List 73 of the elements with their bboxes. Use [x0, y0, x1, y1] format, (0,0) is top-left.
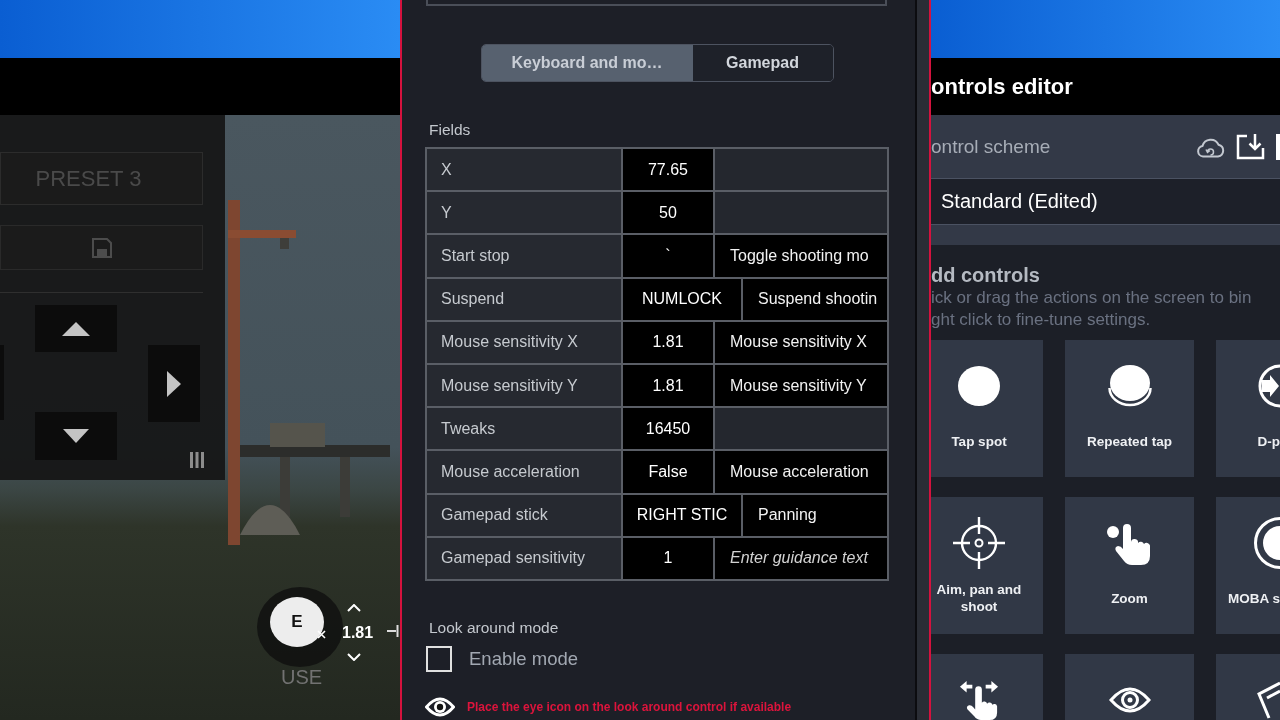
description-text: ick or drag the actions on the screen to bin	[931, 287, 1253, 309]
value-field[interactable]: 1	[623, 537, 715, 579]
field-label: Gamepad sensitivity	[427, 537, 623, 579]
input-field[interactable]	[426, 0, 887, 6]
field-label: X	[427, 149, 623, 191]
description-field[interactable]: Panning	[743, 494, 887, 536]
scheme-dropdown[interactable]: Standard (Edited)	[931, 178, 1280, 225]
control-tile[interactable]	[931, 654, 1043, 720]
checkbox-label[interactable]: Enable mode	[469, 647, 579, 670]
right-arrow-icon	[167, 370, 181, 397]
description-field[interactable]: Mouse acceleration	[715, 451, 887, 493]
field-label: Mouse sensitivity Y	[427, 364, 623, 407]
value-field[interactable]: `	[623, 235, 715, 277]
save-icon	[90, 236, 113, 259]
eye-icon	[425, 695, 455, 718]
control-tile[interactable]: Repeated tap	[1065, 340, 1194, 477]
chevron-up-icon[interactable]	[347, 604, 361, 612]
value-field[interactable]: 16450	[623, 408, 715, 450]
scheme-label: ontrol scheme	[931, 135, 1051, 158]
value-field[interactable]: NUMLOCK	[623, 278, 743, 320]
control-tile[interactable]	[1216, 654, 1280, 720]
field-label: Mouse sensitivity X	[427, 321, 623, 363]
key-caption: USE	[281, 666, 323, 688]
description-field[interactable]: Toggle shooting mo	[715, 235, 887, 277]
value-field[interactable]: 77.65	[623, 149, 715, 191]
key-button[interactable]: E	[270, 597, 324, 647]
section-heading: Look around mode	[428, 618, 560, 637]
checkbox[interactable]	[426, 645, 452, 672]
swipe-hand-icon	[957, 680, 1001, 720]
handle-icon[interactable]	[387, 625, 399, 637]
arrow-button[interactable]	[35, 305, 117, 352]
down-arrow-icon	[63, 429, 89, 443]
description-text: ght click to fine-tune settings.	[931, 309, 1152, 331]
control-tile[interactable]: MOBA s	[1216, 497, 1280, 634]
description-field[interactable]: Suspend shootin	[743, 278, 887, 320]
arrow-button[interactable]	[35, 412, 117, 460]
up-arrow-icon	[62, 321, 90, 336]
control-tile[interactable]: Tap spot	[931, 340, 1043, 477]
chevron-down-icon[interactable]	[347, 653, 361, 661]
crosshair-icon	[952, 516, 1006, 570]
control-tile[interactable]: Aim, pan and shoot	[931, 497, 1043, 634]
field-label: Y	[427, 192, 623, 234]
field-label: Suspend	[427, 278, 623, 320]
ring-icon	[1253, 515, 1280, 571]
sensitivity-value: 1.81	[342, 624, 374, 642]
control-tile[interactable]: Zoom	[1065, 497, 1194, 634]
field-label: Mouse acceleration	[427, 451, 623, 493]
window-title: ontrols editor	[931, 73, 1073, 100]
description-field[interactable]: Mouse sensitivity X	[715, 321, 887, 363]
vertical-bar-icon[interactable]	[1276, 133, 1280, 160]
hint-text: Place the eye icon on the look around control if available	[467, 699, 792, 714]
scrollbar-track[interactable]	[915, 0, 929, 720]
field-label: Start stop	[427, 235, 623, 277]
control-tile[interactable]	[1065, 654, 1194, 720]
close-icon[interactable]	[317, 630, 326, 639]
control-tile[interactable]: D-p	[1216, 340, 1280, 477]
value-field[interactable]: 1.81	[623, 364, 715, 407]
download-icon[interactable]	[1236, 133, 1265, 160]
tab[interactable]: Keyboard and mo…	[481, 45, 693, 81]
grip-icon[interactable]	[190, 452, 204, 468]
value-field[interactable]: 50	[623, 192, 715, 234]
field-label: Gamepad stick	[427, 494, 623, 536]
value-field[interactable]: 1.81	[623, 321, 715, 363]
arrow-button[interactable]	[148, 345, 200, 422]
section-heading: dd controls	[931, 265, 1041, 285]
circle-icon	[958, 366, 1000, 406]
description-field[interactable]: Mouse sensitivity Y	[715, 364, 887, 407]
value-field[interactable]: False	[623, 451, 715, 493]
field-label: Tweaks	[427, 408, 623, 450]
value-field[interactable]: RIGHT STIC	[623, 494, 743, 536]
section-heading: Fields	[428, 121, 472, 139]
stacked-circle-icon	[1107, 364, 1152, 408]
description-field[interactable]: Enter guidance text	[715, 537, 887, 579]
